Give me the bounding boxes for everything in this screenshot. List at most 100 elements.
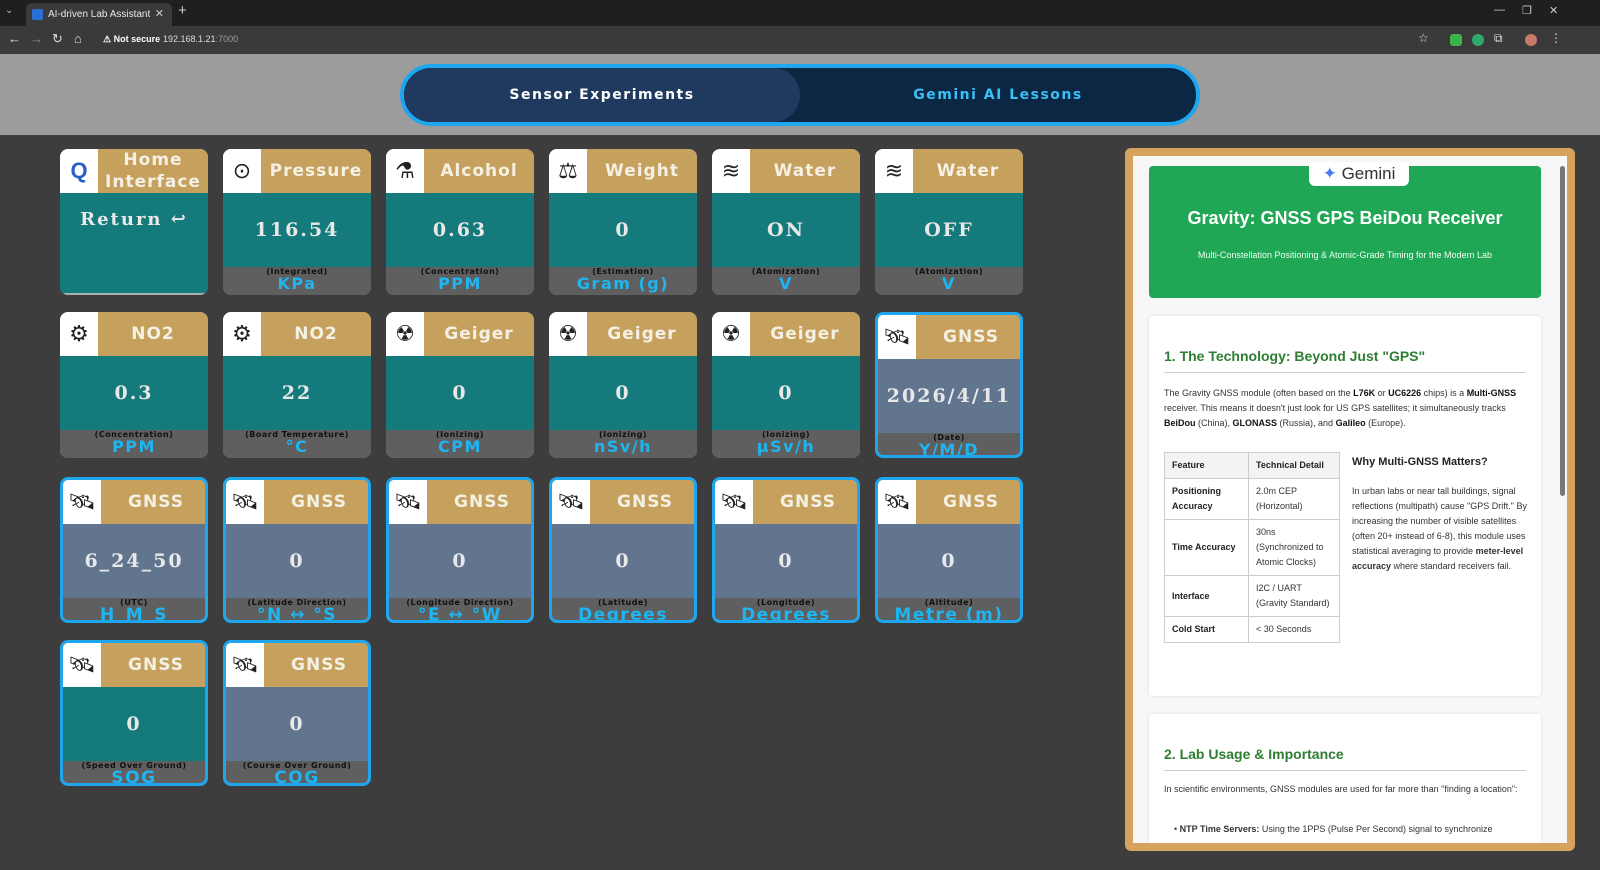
minimize-icon[interactable]: —: [1494, 4, 1505, 16]
sensor-card: 🛰 GNSS 0 (Course Over Ground) COG: [223, 640, 371, 786]
satellite-icon: 🛰: [226, 643, 264, 687]
card-title: Geiger: [607, 324, 677, 344]
card-unit: Degrees: [578, 605, 668, 623]
card-value: 0: [226, 687, 368, 761]
satellite-icon: 🛰: [878, 315, 916, 359]
reload-icon[interactable]: ↻: [52, 31, 63, 47]
card-unit: nSv/h: [593, 437, 653, 456]
card-unit: °E ↔ °W: [418, 605, 502, 623]
card-value: 0: [712, 356, 860, 430]
card-header: ⚖ Weight: [549, 149, 697, 193]
bookmark-star-icon[interactable]: ☆: [1418, 31, 1429, 45]
mist-icon: ≋: [875, 149, 913, 193]
sensor-card: 🛰 GNSS 0 (Latitude Direction) °N ↔ °S: [223, 477, 371, 623]
sensor-card: ≋ Water ON (Atomization) V: [712, 149, 860, 295]
lesson-header: ✦ Gemini Gravity: GNSS GPS BeiDou Receiv…: [1149, 162, 1541, 298]
extension-shield-icon[interactable]: [1450, 34, 1462, 46]
why-paragraph: In urban labs or near tall buildings, si…: [1352, 486, 1527, 571]
card-footer: (Altitude) Metre (m): [878, 598, 1020, 620]
tab-gemini-lessons[interactable]: Gemini AI Lessons: [800, 68, 1196, 122]
card-header: 🛰 GNSS: [226, 480, 368, 524]
card-title: GNSS: [128, 655, 184, 675]
card-title: Pressure: [269, 161, 363, 181]
sensor-card: ⚗ Alcohol 0.63 (Concentration) PPM: [386, 149, 534, 295]
window-close-icon[interactable]: ✕: [1549, 4, 1558, 17]
lesson-subtitle: Multi-Constellation Positioning & Atomic…: [1197, 250, 1493, 260]
feature-table: Feature Technical Detail Positioning Acc…: [1164, 452, 1340, 643]
section-divider: [1164, 372, 1526, 373]
sensor-card: ☢ Geiger 0 (Ionizing) CPM: [386, 312, 534, 458]
profile-avatar[interactable]: [1525, 34, 1537, 46]
favicon-icon: [32, 9, 43, 20]
card-unit: Y/M/D: [919, 440, 979, 458]
lesson-scrollbar[interactable]: [1560, 166, 1565, 496]
table-header: Feature: [1164, 452, 1249, 479]
card-title: NO2: [131, 324, 175, 344]
no2-gear-icon: ⚙: [60, 312, 98, 356]
tab-search-icon[interactable]: ⌄: [5, 5, 13, 16]
sensor-card: 🛰 GNSS 0 (Longitude Direction) °E ↔ °W: [386, 477, 534, 623]
sensor-card: 🛰 GNSS 0 (Speed Over Ground) SOG: [60, 640, 208, 786]
lesson-title: Gravity: GNSS GPS BeiDou Receiver: [1187, 208, 1503, 228]
card-value: 0: [878, 524, 1020, 598]
address-bar[interactable]: 192.168.1.21:7000: [163, 34, 238, 44]
card-unit: SOG: [111, 768, 157, 786]
sensor-card[interactable]: Q Home Interface Return ↩: [60, 149, 208, 295]
browser-menu-icon[interactable]: ⋮: [1550, 31, 1562, 45]
card-title: GNSS: [780, 492, 836, 512]
home-icon[interactable]: ⌂: [74, 31, 82, 46]
scale-icon: ⚖: [549, 149, 587, 193]
gemini-star-icon: ✦: [1322, 164, 1337, 183]
card-unit: V: [942, 274, 956, 293]
table-row: Positioning Accuracy 2.0m CEP (Horizontal…: [1164, 478, 1340, 520]
card-value: 0: [549, 356, 697, 430]
back-icon[interactable]: ←: [8, 31, 21, 46]
sensor-card: ☢ Geiger 0 (Ionizing) nSv/h: [549, 312, 697, 458]
card-footer: (Latitude) Degrees: [552, 598, 694, 620]
lesson-section-technology: 1. The Technology: Beyond Just "GPS" The…: [1149, 316, 1541, 696]
card-header: Q Home Interface: [60, 149, 208, 193]
card-unit: Degrees: [741, 605, 831, 623]
gemini-logo: ✦ Gemini: [1309, 162, 1409, 186]
table-cell: 2.0m CEP (Horizontal): [1248, 478, 1340, 520]
satellite-icon: 🛰: [552, 480, 590, 524]
tab-sensor-experiments[interactable]: Sensor Experiments: [404, 68, 800, 122]
extensions-puzzle-icon[interactable]: ⧉: [1494, 31, 1503, 46]
card-header: ⚙ NO2: [223, 312, 371, 356]
extension-grammar-icon[interactable]: [1472, 34, 1484, 46]
card-unit: KPa: [277, 274, 317, 293]
not-secure-badge[interactable]: ⚠ Not secure: [103, 34, 160, 45]
sensor-card: 🛰 GNSS 2026/4/11 (Date) Y/M/D: [875, 312, 1023, 458]
card-unit: PPM: [112, 437, 156, 456]
card-title: Water: [773, 161, 837, 181]
card-value: 0: [552, 524, 694, 598]
card-unit: CPM: [438, 437, 482, 456]
section-heading: 2. Lab Usage & Importance: [1164, 746, 1344, 762]
card-value: 22: [223, 356, 371, 430]
card-title: NO2: [294, 324, 338, 344]
card-header: ☢ Geiger: [712, 312, 860, 356]
browser-tab-strip: ⌄ AI-driven Lab Assistant ✕ + — ❐ ✕: [0, 0, 1600, 26]
satellite-icon: 🛰: [63, 480, 101, 524]
card-footer: (Atomization) V: [712, 267, 860, 295]
satellite-icon: 🛰: [878, 480, 916, 524]
new-tab-button[interactable]: +: [178, 2, 187, 19]
table-header: Technical Detail: [1248, 452, 1340, 479]
card-footer: (Date) Y/M/D: [878, 433, 1020, 455]
card-title: Geiger: [444, 324, 514, 344]
no2-gear-icon: ⚙: [223, 312, 261, 356]
card-footer: (Integrated) KPa: [223, 267, 371, 295]
card-unit: Gram (g): [576, 274, 670, 293]
card-footer: (Longitude) Degrees: [715, 598, 857, 620]
return-button[interactable]: Return ↩: [60, 193, 208, 293]
tab-close-icon[interactable]: ✕: [155, 3, 164, 26]
browser-tab[interactable]: AI-driven Lab Assistant ✕: [26, 3, 172, 26]
restore-icon[interactable]: ❐: [1522, 4, 1532, 17]
card-header: 🛰 GNSS: [63, 480, 205, 524]
card-footer: (Estimation) Gram (g): [549, 267, 697, 295]
card-header: 🛰 GNSS: [389, 480, 531, 524]
card-header: 🛰 GNSS: [63, 643, 205, 687]
why-heading: Why Multi-GNSS Matters?: [1352, 456, 1488, 468]
card-unit: °N ↔ °S: [256, 605, 338, 623]
forward-icon[interactable]: →: [30, 31, 43, 46]
